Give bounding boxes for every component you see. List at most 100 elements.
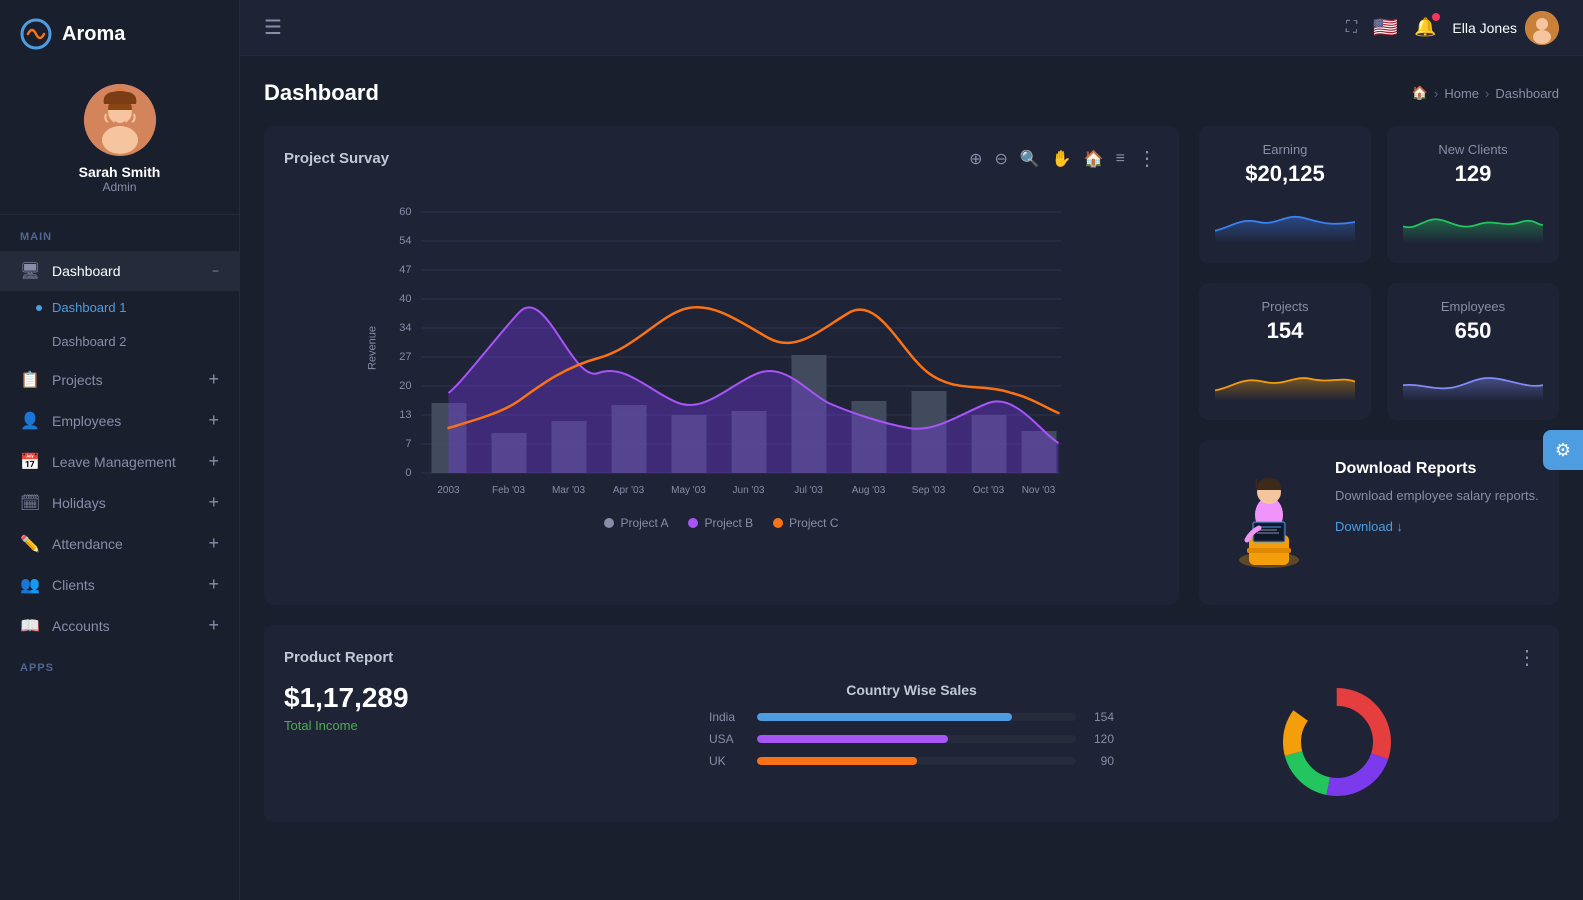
- svg-text:20: 20: [399, 380, 411, 392]
- employees-stat-value: 650: [1403, 318, 1543, 344]
- employees-add-icon[interactable]: +: [208, 410, 219, 431]
- accounts-add-icon[interactable]: +: [208, 615, 219, 636]
- svg-text:Revenue: Revenue: [367, 326, 379, 370]
- apps-section-label: APPS: [0, 646, 239, 682]
- home-chart-icon[interactable]: 🏠: [1082, 147, 1106, 171]
- profile-name: Sarah Smith: [79, 164, 161, 180]
- download-description: Download employee salary reports.: [1335, 486, 1539, 506]
- svg-text:60: 60: [399, 206, 411, 218]
- svg-text:Feb '03: Feb '03: [492, 485, 525, 496]
- leave-label: Leave Management: [52, 454, 176, 470]
- legend-dot-b: [688, 518, 698, 528]
- sidebar-item-dashboard2[interactable]: Dashboard 2: [0, 325, 239, 359]
- zoom-in-icon[interactable]: ⊕: [967, 147, 984, 171]
- hamburger-icon[interactable]: ☰: [264, 15, 282, 40]
- svg-text:54: 54: [399, 235, 411, 247]
- search-chart-icon[interactable]: 🔍: [1018, 147, 1042, 171]
- holidays-add-icon[interactable]: +: [208, 492, 219, 513]
- svg-text:Aug '03: Aug '03: [852, 485, 886, 496]
- svg-text:0: 0: [405, 467, 411, 479]
- svg-text:Sep '03: Sep '03: [912, 485, 946, 496]
- country-usa: USA: [709, 732, 749, 746]
- employees-label: Employees: [52, 413, 121, 429]
- settings-icon: ⚙: [1555, 440, 1571, 461]
- pan-icon[interactable]: ✋: [1050, 147, 1074, 171]
- user-menu[interactable]: Ella Jones: [1452, 11, 1559, 45]
- sidebar-item-employees[interactable]: 👤 Employees +: [0, 400, 239, 441]
- page-title: Dashboard: [264, 80, 379, 106]
- clients-add-icon[interactable]: +: [208, 574, 219, 595]
- sidebar-item-projects[interactable]: 📋 Projects +: [0, 359, 239, 400]
- svg-text:May '03: May '03: [671, 485, 706, 496]
- earning-value: $20,125: [1215, 161, 1355, 187]
- sidebar-item-holidays[interactable]: 🗓 Holidays +: [0, 482, 239, 523]
- legend-dot-c: [773, 518, 783, 528]
- monitor-icon: 🖥: [20, 261, 40, 281]
- download-content: Download Reports Download employee salar…: [1335, 460, 1539, 536]
- legend-project-b: Project B: [688, 516, 753, 530]
- legend-label-b: Project B: [704, 516, 753, 530]
- svg-text:47: 47: [399, 264, 411, 276]
- svg-text:Apr '03: Apr '03: [613, 485, 645, 496]
- main-area: ☰ ⛶ 🇺🇸 🔔 Ella Jones: [240, 0, 1583, 900]
- sidebar-item-attendance[interactable]: ✏️ Attendance +: [0, 523, 239, 564]
- settings-fab[interactable]: ⚙: [1543, 430, 1583, 470]
- breadcrumb-home-link[interactable]: Home: [1444, 86, 1479, 101]
- sidebar-item-clients[interactable]: 👥 Clients +: [0, 564, 239, 605]
- sidebar-item-accounts[interactable]: 📖 Accounts +: [0, 605, 239, 646]
- country-sales: Country Wise Sales India 154 USA 120: [709, 682, 1114, 802]
- legend-project-a: Project A: [604, 516, 668, 530]
- topbar-username: Ella Jones: [1452, 20, 1517, 36]
- download-link[interactable]: Download ↓: [1335, 519, 1403, 534]
- projects-label: Projects: [52, 372, 103, 388]
- country-sales-title: Country Wise Sales: [709, 682, 1114, 698]
- breadcrumb-home-icon[interactable]: 🏠: [1412, 85, 1428, 101]
- clients-label: Clients: [52, 577, 95, 593]
- leave-add-icon[interactable]: +: [208, 451, 219, 472]
- employees-icon: 👤: [20, 411, 40, 431]
- topbar: ☰ ⛶ 🇺🇸 🔔 Ella Jones: [240, 0, 1583, 56]
- uk-progress-bar: [757, 757, 1076, 765]
- donut-chart: [1277, 682, 1397, 802]
- sidebar-item-dashboard[interactable]: 🖥 Dashboard −: [0, 251, 239, 291]
- uk-progress-fill: [757, 757, 917, 765]
- avatar: [84, 84, 156, 156]
- notification-bell[interactable]: 🔔: [1414, 17, 1436, 38]
- product-report-title: Product Report: [284, 649, 393, 666]
- sidebar-item-dashboard1[interactable]: Dashboard 1: [0, 291, 239, 325]
- product-report-menu[interactable]: ⋮: [1517, 645, 1539, 670]
- fullscreen-icon[interactable]: ⛶: [1346, 19, 1357, 37]
- svg-text:40: 40: [399, 293, 411, 305]
- country-row-uk: UK 90: [709, 754, 1114, 768]
- project-survey-chart: 0 7 13 20 27 34 40 47 54 60 Revenue: [284, 183, 1159, 503]
- india-progress-fill: [757, 713, 1012, 721]
- country-uk: UK: [709, 754, 749, 768]
- projects-add-icon[interactable]: +: [208, 369, 219, 390]
- chart-tools: ⊕ ⊖ 🔍 ✋ 🏠 ≡: [967, 147, 1127, 171]
- stats-row-top: Earning $20,125: [1199, 126, 1559, 263]
- flag-icon[interactable]: 🇺🇸: [1373, 15, 1398, 40]
- legend-label-c: Project C: [789, 516, 838, 530]
- new-clients-card: New Clients 129: [1387, 126, 1559, 263]
- project-survey-menu[interactable]: ⋮: [1137, 146, 1159, 171]
- total-label: Total Income: [284, 718, 689, 733]
- employees-card: Employees 650: [1387, 283, 1559, 420]
- notification-badge: [1432, 13, 1440, 21]
- svg-text:Jun '03: Jun '03: [733, 485, 765, 496]
- breadcrumb: 🏠 › Home › Dashboard: [1412, 85, 1559, 101]
- attendance-label: Attendance: [52, 536, 123, 552]
- zoom-out-icon[interactable]: ⊖: [992, 147, 1009, 171]
- india-value: 154: [1084, 710, 1114, 724]
- usa-progress-fill: [757, 735, 948, 743]
- usa-value: 120: [1084, 732, 1114, 746]
- usa-progress-bar: [757, 735, 1076, 743]
- attendance-add-icon[interactable]: +: [208, 533, 219, 554]
- legend-dot-a: [604, 518, 614, 528]
- uk-value: 90: [1084, 754, 1114, 768]
- holidays-icon: 🗓: [20, 493, 40, 513]
- sidebar-item-leave[interactable]: 📅 Leave Management +: [0, 441, 239, 482]
- leave-icon: 📅: [20, 452, 40, 472]
- attendance-icon: ✏️: [20, 534, 40, 554]
- svg-text:7: 7: [405, 438, 411, 450]
- menu-chart-icon[interactable]: ≡: [1114, 148, 1127, 170]
